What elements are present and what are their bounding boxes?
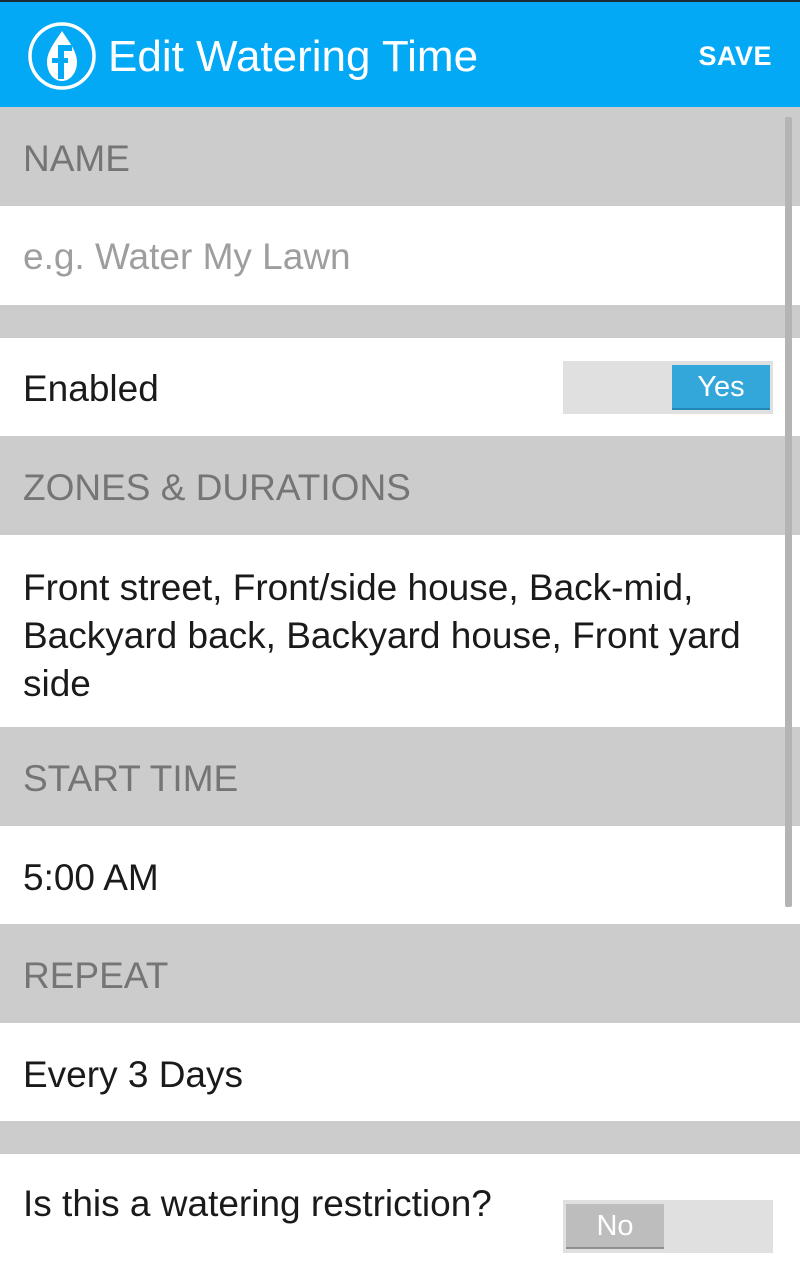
page-title: Edit Watering Time (108, 32, 479, 81)
app-bar: Edit Watering Time SAVE (0, 0, 800, 107)
restriction-toggle-knob: No (566, 1204, 664, 1249)
section-divider (0, 305, 800, 338)
enabled-toggle-knob: Yes (672, 365, 770, 410)
enabled-toggle[interactable]: Yes (563, 361, 773, 414)
settings-list[interactable]: NAME e.g. Water My Lawn Enabled Yes ZONE… (0, 107, 800, 1275)
restriction-label: Is this a watering restriction? (23, 1183, 492, 1224)
vertical-scrollbar[interactable] (785, 117, 792, 907)
enabled-label: Enabled (23, 368, 159, 409)
repeat-value: Every 3 Days (23, 1054, 244, 1095)
repeat-row[interactable]: Every 3 Days (0, 1023, 800, 1121)
zones-value: Front street, Front/side house, Back-mid… (23, 567, 741, 704)
name-input[interactable]: e.g. Water My Lawn (0, 206, 800, 305)
name-input-placeholder: e.g. Water My Lawn (23, 236, 351, 277)
start-time-row[interactable]: 5:00 AM (0, 826, 800, 924)
name-section-header: NAME (0, 107, 800, 206)
start-time-value: 5:00 AM (23, 857, 159, 898)
section-divider (0, 1121, 800, 1154)
start-time-section-header: START TIME (0, 727, 800, 826)
repeat-section-header: REPEAT (0, 924, 800, 1023)
restriction-toggle[interactable]: No (563, 1200, 773, 1253)
zones-section-header: ZONES & DURATIONS (0, 436, 800, 535)
app-logo-icon[interactable] (27, 21, 97, 91)
zones-durations-row[interactable]: Front street, Front/side house, Back-mid… (0, 535, 800, 727)
save-button[interactable]: SAVE (698, 38, 772, 74)
